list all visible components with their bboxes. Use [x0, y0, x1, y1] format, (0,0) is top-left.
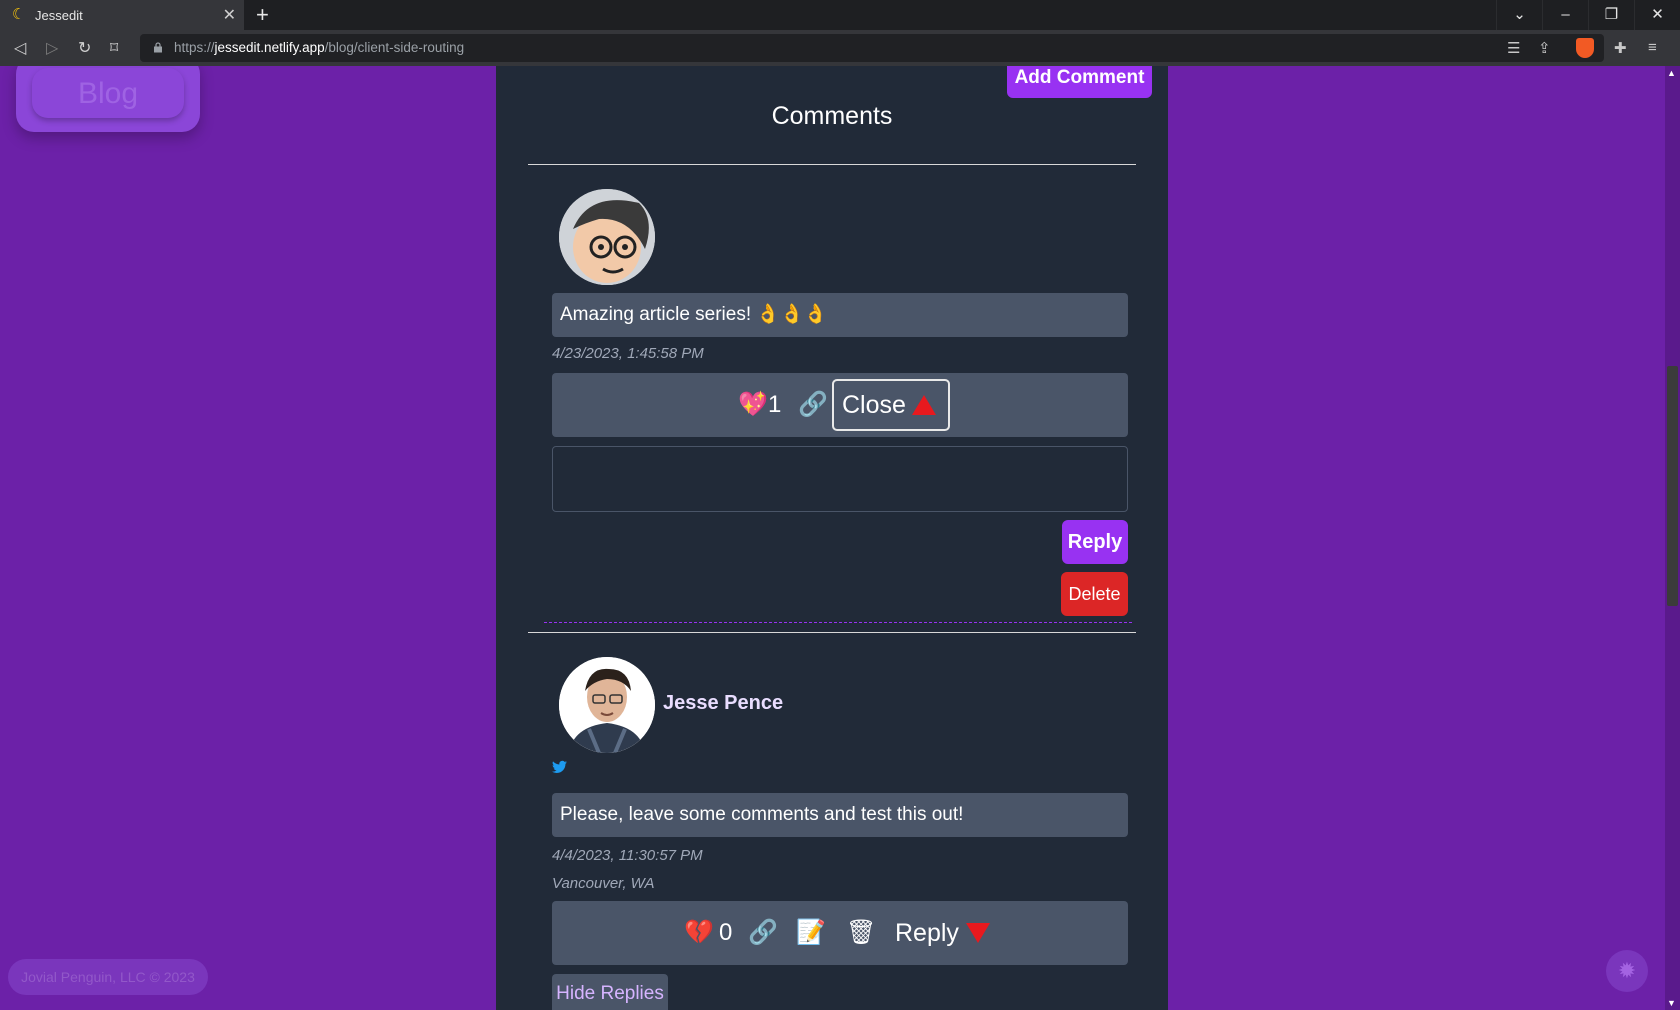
- comment-separator: [544, 622, 1132, 623]
- tab-list-icon[interactable]: ⌄: [1496, 0, 1542, 30]
- add-comment-button[interactable]: Add Comment: [1007, 66, 1152, 98]
- like-count: 0: [719, 919, 733, 946]
- triangle-up-icon: [912, 395, 936, 415]
- close-window-icon[interactable]: ✕: [1634, 0, 1680, 30]
- edit-memo-icon[interactable]: 📝: [796, 901, 826, 965]
- comment-author[interactable]: Jesse Pence: [663, 692, 783, 715]
- comment-text: Please, leave some comments and test thi…: [552, 793, 1128, 837]
- browser-tab[interactable]: ☾ Jessedit ✕: [0, 0, 244, 30]
- trash-can-icon[interactable]: 🗑: [846, 901, 876, 965]
- minimize-icon[interactable]: –: [1542, 0, 1588, 30]
- heart-sparkle-icon[interactable]: 💖: [738, 373, 768, 437]
- like-count: 1: [768, 391, 782, 418]
- hide-replies-button[interactable]: Hide Replies: [552, 974, 668, 1010]
- menu-icon[interactable]: ≡: [1648, 39, 1657, 56]
- url-text: https://jessedit.netlify.app/blog/client…: [174, 40, 465, 55]
- forward-icon[interactable]: ▷: [46, 38, 58, 58]
- bookmark-icon[interactable]: ⌑: [110, 38, 118, 58]
- new-tab-icon[interactable]: +: [256, 2, 269, 28]
- moon-icon: ☾: [12, 6, 26, 23]
- close-label: Close: [842, 391, 906, 419]
- comments-heading: Comments: [771, 102, 893, 130]
- scrollbar-thumb[interactable]: [1667, 366, 1678, 606]
- scroll-up-icon[interactable]: ▲: [1667, 68, 1676, 78]
- scroll-down-icon[interactable]: ▼: [1667, 998, 1676, 1008]
- avatar[interactable]: [559, 189, 655, 285]
- page-scrollbar[interactable]: ▲ ▼: [1665, 66, 1680, 1010]
- link-icon[interactable]: 🔗: [798, 373, 828, 437]
- settings-gear-icon[interactable]: ✹: [1606, 950, 1648, 992]
- back-icon[interactable]: ◁: [14, 38, 26, 58]
- cartoon-avatar-icon: [559, 189, 655, 285]
- comment-text: Amazing article series! 👌👌👌: [552, 293, 1128, 337]
- restore-icon[interactable]: ❐: [1588, 0, 1634, 30]
- browser-toolbar: ◁ ▷ ↻ ⌑ https://jessedit.netlify.app/blo…: [0, 30, 1680, 66]
- extensions-icon[interactable]: ✚: [1614, 39, 1627, 57]
- address-bar[interactable]: https://jessedit.netlify.app/blog/client…: [140, 34, 1604, 62]
- brave-shield-icon[interactable]: [1576, 38, 1594, 58]
- close-tab-icon[interactable]: ✕: [223, 5, 236, 25]
- avatar[interactable]: [559, 657, 655, 753]
- reload-icon[interactable]: ↻: [78, 38, 91, 58]
- share-icon[interactable]: ⇪: [1538, 39, 1551, 57]
- broken-heart-icon[interactable]: 💔: [684, 901, 714, 965]
- footer-copyright: Jovial Penguin, LLC © 2023: [8, 959, 208, 995]
- delete-button[interactable]: Delete: [1061, 572, 1128, 616]
- close-reply-button[interactable]: Close: [832, 379, 950, 431]
- twitter-icon[interactable]: [552, 760, 567, 774]
- reply-textarea[interactable]: [552, 446, 1128, 512]
- tab-title: Jessedit: [35, 8, 83, 23]
- lock-icon: [154, 42, 162, 53]
- triangle-down-icon[interactable]: [966, 923, 990, 943]
- divider: [528, 164, 1136, 165]
- divider: [528, 632, 1136, 633]
- comment-actions: 💖 1 🔗 Close: [552, 373, 1128, 437]
- comments-panel: Add Comment Comments Amazing article ser…: [496, 66, 1168, 1010]
- page-viewport: Blog Jovial Penguin, LLC © 2023 ✹ Add Co…: [0, 66, 1680, 1010]
- browser-tabbar: ☾ Jessedit ✕ + ⌄ – ❐ ✕: [0, 0, 1680, 30]
- comment-timestamp: 4/23/2023, 1:45:58 PM: [552, 345, 704, 362]
- reply-button[interactable]: Reply: [1062, 520, 1128, 564]
- comment-actions: 💔 0 🔗 📝 🗑 Reply: [552, 901, 1128, 965]
- reader-mode-icon[interactable]: ☰: [1507, 39, 1520, 57]
- link-icon[interactable]: 🔗: [748, 901, 778, 965]
- comment-location: Vancouver, WA: [552, 875, 655, 892]
- author-photo-icon: [559, 657, 655, 753]
- reply-toggle[interactable]: Reply: [895, 901, 959, 965]
- blog-nav-label: Blog: [32, 68, 184, 118]
- comment-timestamp: 4/4/2023, 11:30:57 PM: [552, 847, 703, 864]
- blog-nav-button[interactable]: Blog: [16, 66, 200, 132]
